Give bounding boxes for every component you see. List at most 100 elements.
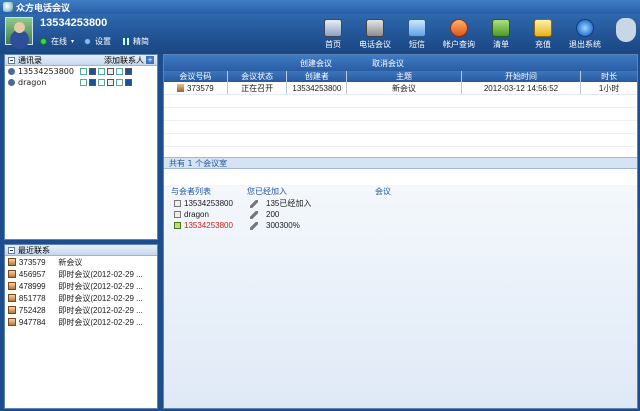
sms-icon[interactable]: [107, 68, 114, 75]
collapse-icon[interactable]: [8, 56, 15, 64]
meeting-room-icon: [8, 282, 16, 290]
table-row[interactable]: 373579 正在召开 13534253800 新会议 2012-03-12 1…: [164, 82, 637, 95]
edit-icon[interactable]: [250, 221, 258, 230]
recent-item[interactable]: 947784 即时会议(2012-02-29 ...: [5, 316, 157, 328]
member-name: 13534253800: [184, 221, 233, 230]
online-status-dropdown[interactable]: 在线: [51, 36, 67, 47]
recent-id: 456957: [18, 269, 46, 279]
toolbar-recharge-button[interactable]: 充值: [522, 14, 564, 54]
toolbar-home-label: 首页: [325, 40, 341, 49]
toolbar-account-button[interactable]: 帐户查询: [438, 14, 480, 54]
sms-icon: [408, 19, 426, 37]
meeting-start-cell: 2012-03-12 14:56:52: [462, 82, 582, 94]
meeting-room-icon: [8, 294, 16, 302]
contact-name: 13534253800: [18, 67, 74, 76]
toolbar-list-button[interactable]: 清单: [480, 14, 522, 54]
recent-header: 最近联系: [5, 245, 157, 256]
meeting-action-bar: 创建会议 取消会议: [164, 55, 637, 71]
recent-item[interactable]: 456957 即时会议(2012-02-29 ...: [5, 268, 157, 280]
contact-checkbox[interactable]: [80, 79, 87, 86]
meeting-count: 共有 1 个会议室: [164, 157, 637, 169]
toolbar-exit-label: 退出系统: [569, 40, 601, 49]
toolbar-conference-button[interactable]: 电话会议: [354, 14, 396, 54]
edit-icon[interactable]: [125, 68, 132, 75]
contact-checkbox-2[interactable]: [98, 68, 105, 75]
list-icon: [492, 19, 510, 37]
recent-name: 即时会议(2012-02-29 ...: [58, 269, 143, 279]
recent-id: 947784: [18, 317, 46, 327]
recent-id: 478999: [18, 281, 46, 291]
contacts-title: 通讯录: [18, 55, 42, 65]
member-active-icon: [174, 222, 181, 229]
contact-row[interactable]: 13534253800: [5, 66, 157, 77]
create-meeting-button[interactable]: 创建会议: [300, 58, 332, 69]
contact-checkbox-3[interactable]: [116, 68, 123, 75]
add-contact-link[interactable]: 添加联系人: [104, 55, 144, 66]
collapse-icon[interactable]: [8, 246, 15, 254]
person-icon: [8, 79, 15, 86]
member-status-icon: [174, 211, 181, 218]
recent-item[interactable]: 752428 即时会议(2012-02-29 ...: [5, 304, 157, 316]
recent-item[interactable]: 373579 新会议: [5, 256, 157, 268]
power-icon: [576, 19, 594, 37]
contact-name: dragon: [18, 78, 47, 87]
meeting-pane: 创建会议 取消会议 会议号码 会议状态 创建者 主题 开始时间 时长 37357…: [163, 54, 638, 409]
recharge-icon: [534, 19, 552, 37]
sms-icon[interactable]: [107, 79, 114, 86]
edit-icon[interactable]: [250, 199, 258, 208]
cancel-meeting-button[interactable]: 取消会议: [372, 58, 404, 69]
members-panel: 与会者列表 您已经加入 会议 13534253800 135已经加入 drago…: [164, 185, 637, 408]
member-row[interactable]: 13534253800 300300%: [164, 220, 637, 231]
add-contact-icon[interactable]: +: [146, 56, 154, 64]
contacts-header: 通讯录 添加联系人 +: [5, 55, 157, 66]
phone-icon[interactable]: [89, 79, 96, 86]
toolbar-sms-button[interactable]: 短信: [396, 14, 438, 54]
recent-name: 即时会议(2012-02-29 ...: [58, 305, 143, 315]
member-name: 13534253800: [184, 199, 233, 208]
phone-icon[interactable]: [89, 68, 96, 75]
apple-logo-icon: [616, 18, 636, 42]
contact-checkbox-2[interactable]: [98, 79, 105, 86]
settings-icon: [84, 38, 92, 45]
chevron-down-icon[interactable]: ▾: [71, 38, 74, 45]
member-row[interactable]: 13534253800 135已经加入: [164, 198, 637, 209]
recent-id: 752428: [18, 305, 46, 315]
recent-item[interactable]: 851778 即时会议(2012-02-29 ...: [5, 292, 157, 304]
toolbar-account-label: 帐户查询: [443, 40, 475, 49]
member-status: 300300%: [266, 221, 300, 230]
meeting-creator-cell: 13534253800: [287, 82, 348, 94]
main-toolbar: 首页 电话会议 短信 帐户查询 清单 充值 退出系统: [312, 14, 606, 54]
conference-icon: [366, 19, 384, 37]
member-row[interactable]: dragon 200: [164, 209, 637, 220]
avatar[interactable]: [5, 17, 33, 45]
meeting-room-icon: [8, 258, 16, 266]
contact-row[interactable]: dragon: [5, 77, 157, 88]
contact-checkbox[interactable]: [80, 68, 87, 75]
members-list-title: 与会者列表: [171, 187, 211, 196]
column-header[interactable]: 会议号码: [164, 71, 228, 82]
member-name: dragon: [184, 210, 209, 219]
contact-checkbox-3[interactable]: [116, 79, 123, 86]
edit-icon[interactable]: [250, 210, 258, 219]
settings-link[interactable]: 设置: [95, 36, 111, 47]
simple-mode-link[interactable]: 精简: [133, 36, 149, 47]
column-header[interactable]: 创建者: [287, 71, 348, 82]
contacts-panel: 通讯录 添加联系人 + 13534253800 dragon: [4, 54, 158, 240]
recent-id: 373579: [18, 257, 46, 267]
edit-icon[interactable]: [125, 79, 132, 86]
column-header[interactable]: 时长: [581, 71, 637, 82]
meeting-number: 373579: [187, 84, 214, 93]
member-status: 200: [266, 210, 280, 219]
meeting-number-cell: 373579: [164, 82, 228, 94]
column-header[interactable]: 开始时间: [462, 71, 582, 82]
members-joined-title: 您已经加入: [247, 187, 287, 196]
meeting-duration-cell: 1小时: [598, 84, 620, 93]
app-icon: [3, 2, 13, 12]
recent-name: 即时会议(2012-02-29 ...: [58, 293, 143, 303]
column-header[interactable]: 会议状态: [228, 71, 288, 82]
toolbar-exit-button[interactable]: 退出系统: [564, 14, 606, 54]
column-header[interactable]: 主题: [347, 71, 462, 82]
user-phone: 13534253800: [40, 17, 108, 29]
toolbar-home-button[interactable]: 首页: [312, 14, 354, 54]
recent-item[interactable]: 478999 即时会议(2012-02-29 ...: [5, 280, 157, 292]
